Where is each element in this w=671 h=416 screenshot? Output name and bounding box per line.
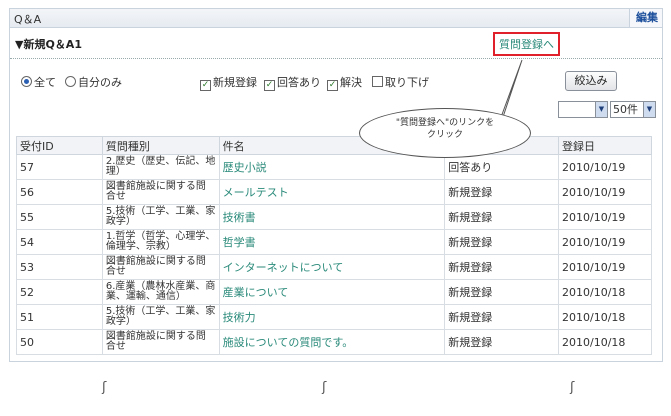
- cell-subject-link[interactable]: 歴史小説: [218, 154, 446, 180]
- cell-category: 2.歴史（歴史、伝記、地理）: [101, 154, 220, 180]
- break-mark-icon: ʃ: [322, 380, 327, 395]
- col-header-category[interactable]: 質問種別: [101, 136, 220, 155]
- cell-date: 2010/10/19: [558, 179, 652, 205]
- table-row: 52 6.産業（農林水産業、商業、運輸、通信） 産業について 新規登録 2010…: [16, 279, 652, 305]
- cell-date: 2010/10/19: [558, 254, 652, 280]
- check-answered[interactable]: ✓ 回答あり: [264, 74, 321, 91]
- cell-id: 57: [16, 154, 103, 180]
- check-withdrawn-icon[interactable]: [372, 76, 383, 87]
- cell-subject-link[interactable]: 技術力: [218, 304, 446, 330]
- status-select[interactable]: ▼: [558, 101, 608, 118]
- cell-status: 新規登録: [444, 254, 560, 280]
- table-row: 54 1.哲学（哲学、心理学、倫理学、宗教） 哲学書 新規登録 2010/10/…: [16, 229, 652, 255]
- break-mark-icon: ʃ: [102, 380, 107, 395]
- cell-category: 5.技術（工学、工業、家政学）: [101, 204, 220, 230]
- check-withdrawn-label: 取り下げ: [385, 76, 429, 89]
- check-resolved-icon[interactable]: ✓: [327, 80, 338, 91]
- callout-bubble: "質問登録へ"のリンクを クリック: [359, 108, 531, 158]
- table-row: 51 5.技術（工学、工業、家政学） 技術力 新規登録 2010/10/18: [16, 304, 652, 330]
- cell-subject-link[interactable]: 施設についての質問です。: [218, 329, 446, 355]
- page-size-select[interactable]: 50件 ▼: [610, 101, 656, 118]
- col-header-id[interactable]: 受付ID: [16, 136, 103, 155]
- radio-all-label: 全て: [34, 76, 56, 89]
- cell-category: 図書館施設に関する問合せ: [101, 329, 220, 355]
- cell-id: 52: [16, 279, 103, 305]
- cell-date: 2010/10/18: [558, 329, 652, 355]
- cell-date: 2010/10/19: [558, 204, 652, 230]
- cell-status: 新規登録: [444, 329, 560, 355]
- cell-subject-link[interactable]: インターネットについて: [218, 254, 446, 280]
- cell-id: 53: [16, 254, 103, 280]
- chevron-down-icon[interactable]: ▼: [595, 102, 607, 117]
- cell-id: 54: [16, 229, 103, 255]
- cell-date: 2010/10/19: [558, 229, 652, 255]
- table-header-row: 受付ID 質問種別 件名 登録日: [16, 136, 652, 155]
- check-resolved-label: 解決: [340, 76, 362, 89]
- cell-category: 図書館施設に関する問合せ: [101, 179, 220, 205]
- cell-category: 6.産業（農林水産業、商業、運輸、通信）: [101, 279, 220, 305]
- radio-mine-icon[interactable]: [65, 76, 76, 87]
- cell-status: 新規登録: [444, 304, 560, 330]
- callout-line2: クリック: [426, 130, 463, 140]
- cell-category: 5.技術（工学、工業、家政学）: [101, 304, 220, 330]
- cell-date: 2010/10/19: [558, 154, 652, 180]
- cell-status: 新規登録: [444, 179, 560, 205]
- check-new[interactable]: ✓ 新規登録: [200, 74, 257, 91]
- check-answered-icon[interactable]: ✓: [264, 80, 275, 91]
- table-row: 56 図書館施設に関する問合せ メールテスト 新規登録 2010/10/19: [16, 179, 652, 205]
- table-row: 55 5.技術（工学、工業、家政学） 技術書 新規登録 2010/10/19: [16, 204, 652, 230]
- table-row: 57 2.歴史（歴史、伝記、地理） 歴史小説 回答あり 2010/10/19: [16, 154, 652, 180]
- cell-subject-link[interactable]: メールテスト: [218, 179, 446, 205]
- cell-date: 2010/10/18: [558, 304, 652, 330]
- check-answered-label: 回答あり: [277, 76, 321, 89]
- cell-status: 新規登録: [444, 279, 560, 305]
- cell-id: 50: [16, 329, 103, 355]
- table-row: 53 図書館施設に関する問合せ インターネットについて 新規登録 2010/10…: [16, 254, 652, 280]
- cell-subject-link[interactable]: 技術書: [218, 204, 446, 230]
- radio-mine[interactable]: 自分のみ: [65, 74, 122, 90]
- radio-all-icon[interactable]: [21, 76, 32, 87]
- check-resolved[interactable]: ✓ 解決: [327, 74, 362, 91]
- cell-status: 新規登録: [444, 229, 560, 255]
- filter-button[interactable]: 絞込み: [565, 71, 617, 91]
- radio-all[interactable]: 全て: [21, 74, 56, 90]
- check-withdrawn[interactable]: 取り下げ: [372, 74, 429, 90]
- page-size-value: 50件: [613, 103, 638, 116]
- cell-id: 51: [16, 304, 103, 330]
- break-mark-icon: ʃ: [570, 380, 575, 395]
- qa-table: 受付ID 質問種別 件名 登録日 57 2.歴史（歴史、伝記、地理） 歴史小説 …: [16, 136, 652, 355]
- callout-line1: "質問登録へ"のリンクを: [395, 118, 495, 128]
- chevron-down-icon[interactable]: ▼: [643, 102, 655, 117]
- cell-category: 図書館施設に関する問合せ: [101, 254, 220, 280]
- cell-date: 2010/10/18: [558, 279, 652, 305]
- cell-category: 1.哲学（哲学、心理学、倫理学、宗教）: [101, 229, 220, 255]
- check-new-label: 新規登録: [213, 76, 257, 89]
- table-row: 50 図書館施設に関する問合せ 施設についての質問です。 新規登録 2010/1…: [16, 329, 652, 355]
- check-new-icon[interactable]: ✓: [200, 80, 211, 91]
- cell-subject-link[interactable]: 哲学書: [218, 229, 446, 255]
- radio-mine-label: 自分のみ: [78, 76, 122, 89]
- col-header-date[interactable]: 登録日: [558, 136, 652, 155]
- cell-id: 55: [16, 204, 103, 230]
- cell-status: 新規登録: [444, 204, 560, 230]
- cell-status: 回答あり: [444, 154, 560, 180]
- cell-subject-link[interactable]: 産業について: [218, 279, 446, 305]
- cell-id: 56: [16, 179, 103, 205]
